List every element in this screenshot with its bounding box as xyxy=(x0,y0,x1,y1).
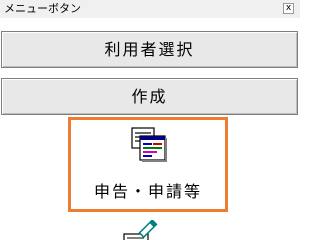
pencil-document-icon[interactable] xyxy=(122,220,162,240)
report-form-icon xyxy=(131,127,167,162)
close-icon: x xyxy=(285,3,292,13)
user-select-button[interactable]: 利用者選択 xyxy=(1,31,298,68)
create-button[interactable]: 作成 xyxy=(1,78,298,115)
menu-button-panel: メニューボタン x 利用者選択 作成 申告・申請等 xyxy=(0,0,300,240)
close-button[interactable]: x xyxy=(283,3,294,14)
title-bar: メニューボタン x xyxy=(0,0,300,18)
window-title: メニューボタン xyxy=(4,2,81,15)
tool-item-label: 申告・申請等 xyxy=(93,182,202,201)
tool-item-report-application[interactable]: 申告・申請等 xyxy=(68,117,228,212)
